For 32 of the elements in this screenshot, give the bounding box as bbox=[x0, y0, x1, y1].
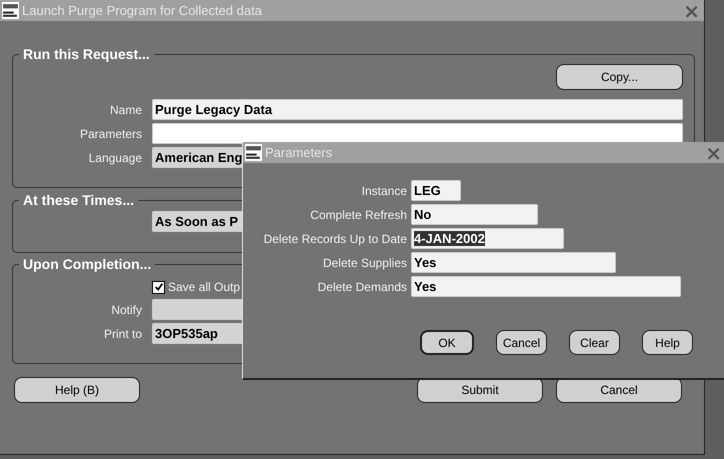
input-field[interactable]: LEG bbox=[411, 180, 461, 201]
window-title: Launch Purge Program for Collected data bbox=[22, 3, 263, 18]
field-label: Delete Supplies bbox=[322, 256, 407, 270]
group-heading: Upon Completion... bbox=[22, 256, 152, 272]
group-heading: Run this Request... bbox=[22, 46, 151, 62]
copy-button[interactable]: Copy... bbox=[556, 64, 683, 90]
dialog-button[interactable]: Cancel bbox=[496, 330, 547, 355]
field-label: Language bbox=[88, 150, 142, 164]
field-label: Print to bbox=[102, 326, 142, 340]
app-icon bbox=[245, 144, 262, 161]
app-icon bbox=[2, 2, 19, 19]
field-label: Delete Records Up to Date bbox=[262, 232, 407, 246]
checkbox[interactable] bbox=[152, 280, 165, 294]
input-field[interactable]: Yes bbox=[411, 276, 681, 297]
input-field[interactable] bbox=[152, 123, 683, 144]
input-field[interactable]: 4-JAN-2002 bbox=[411, 228, 564, 249]
input-field[interactable]: Purge Legacy Data bbox=[152, 99, 683, 120]
dialog-title: Parameters bbox=[265, 145, 334, 160]
field-label: Name bbox=[108, 102, 142, 116]
dialog-button[interactable]: Help bbox=[642, 330, 693, 355]
action-button[interactable]: Help (B) bbox=[14, 377, 140, 403]
checkbox-label: Save all Outp bbox=[168, 280, 240, 294]
field-label: Delete Demands bbox=[316, 280, 407, 294]
field-label: Parameters bbox=[78, 126, 142, 140]
group-heading: At these Times... bbox=[22, 192, 136, 208]
input-field[interactable]: Yes bbox=[411, 252, 616, 273]
input-field[interactable]: No bbox=[411, 204, 538, 225]
field-label: Complete Refresh bbox=[309, 208, 407, 222]
dialog-button[interactable]: Clear bbox=[569, 330, 620, 355]
dialog-button[interactable]: OK bbox=[420, 330, 474, 355]
field-label: Notify bbox=[110, 302, 142, 316]
field-label: Instance bbox=[360, 184, 407, 198]
